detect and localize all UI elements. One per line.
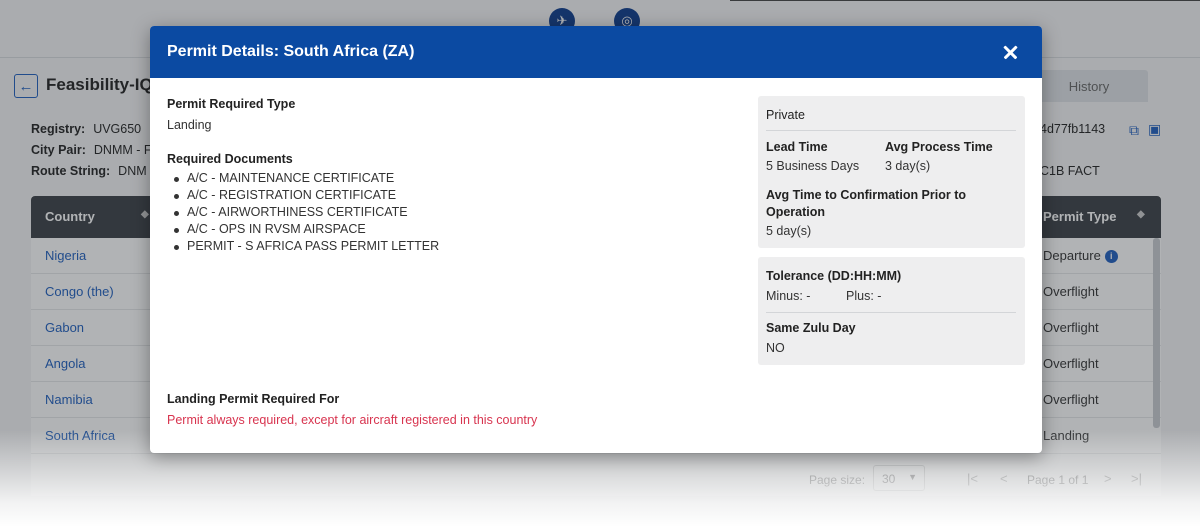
- avg-process-time-value: 3 day(s): [885, 159, 931, 173]
- required-documents-list: A/C - MAINTENANCE CERTIFICATE A/C - REGI…: [170, 171, 439, 256]
- close-icon[interactable]: [999, 40, 1023, 64]
- avg-confirmation-label: Avg Time to Confirmation Prior to: [766, 188, 967, 202]
- landing-permit-required-note: Permit always required, except for aircr…: [167, 413, 538, 427]
- required-documents-label: Required Documents: [167, 152, 293, 166]
- permit-details-modal: Permit Details: South Africa (ZA) Permit…: [150, 26, 1042, 453]
- tolerance-panel: Tolerance (DD:HH:MM) Minus: - Plus: - Sa…: [758, 257, 1025, 365]
- list-item: A/C - OPS IN RVSM AIRSPACE: [170, 222, 439, 239]
- modal-title: Permit Details: South Africa (ZA): [167, 43, 415, 60]
- same-zulu-day-label: Same Zulu Day: [766, 321, 856, 335]
- lead-time-label: Lead Time: [766, 140, 828, 154]
- same-zulu-day-value: NO: [766, 341, 785, 355]
- avg-confirmation-value: 5 day(s): [766, 224, 812, 238]
- avg-confirmation-label-cont: Operation: [766, 205, 826, 219]
- tolerance-minus: Minus: -: [766, 289, 811, 303]
- processing-time-panel: Private Lead Time 5 Business Days Avg Pr…: [758, 96, 1025, 248]
- permit-required-type-value: Landing: [167, 118, 212, 132]
- list-item: A/C - MAINTENANCE CERTIFICATE: [170, 171, 439, 188]
- permit-required-type-label: Permit Required Type: [167, 97, 296, 111]
- tolerance-label: Tolerance (DD:HH:MM): [766, 269, 902, 283]
- list-item: PERMIT - S AFRICA PASS PERMIT LETTER: [170, 239, 439, 256]
- modal-header: Permit Details: South Africa (ZA): [150, 26, 1042, 78]
- avg-process-time-label: Avg Process Time: [885, 140, 993, 154]
- lead-time-value: 5 Business Days: [766, 159, 860, 173]
- list-item: A/C - REGISTRATION CERTIFICATE: [170, 188, 439, 205]
- landing-permit-required-label: Landing Permit Required For: [167, 392, 340, 406]
- operator-category: Private: [766, 108, 805, 122]
- list-item: A/C - AIRWORTHINESS CERTIFICATE: [170, 205, 439, 222]
- tolerance-plus: Plus: -: [846, 289, 882, 303]
